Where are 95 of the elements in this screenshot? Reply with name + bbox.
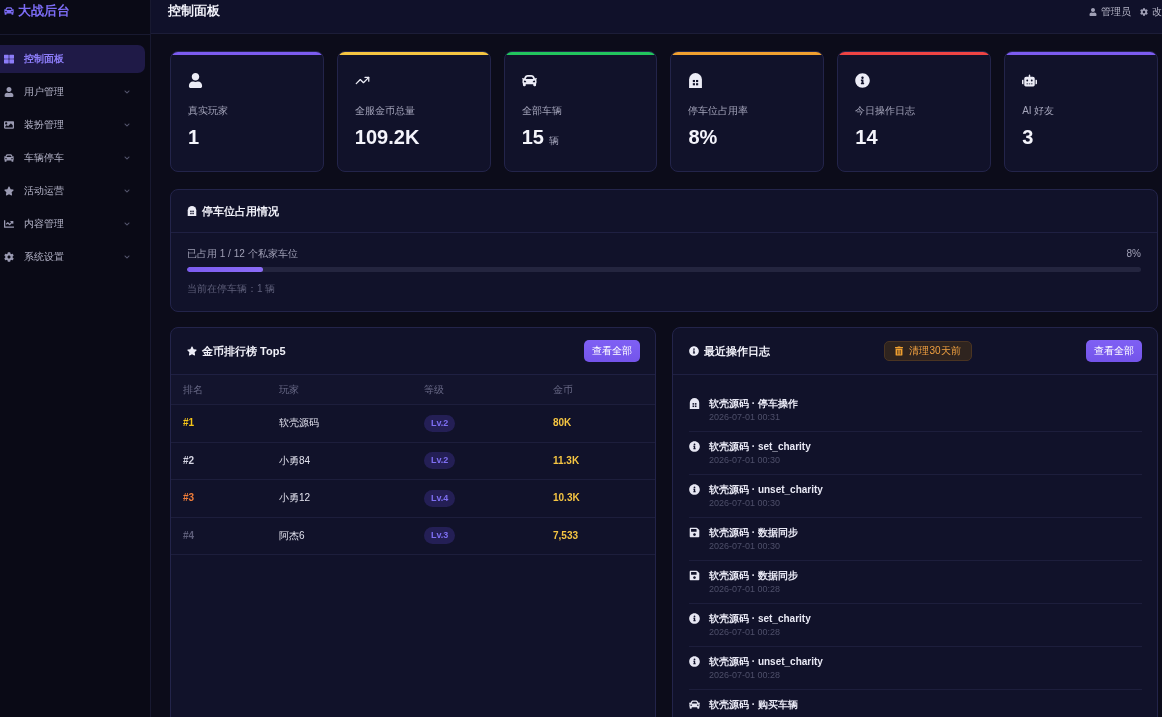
cleanup-button[interactable]: 清理30天前: [884, 341, 972, 361]
level-badge: Lv.2: [424, 414, 456, 432]
rank-cell-text: #4: [183, 529, 196, 542]
level-badge: Lv.3: [424, 527, 456, 545]
sidebar-nav-item[interactable]: 系统设置: [0, 243, 145, 271]
star-icon: [4, 186, 14, 196]
stat-unit: 辆: [548, 135, 559, 147]
settings-icon: [1140, 8, 1148, 16]
line-chart-icon: [4, 219, 14, 229]
stat-value: 15: [521, 125, 544, 149]
chevron-down-icon: [124, 89, 130, 95]
info-icon: [689, 613, 700, 624]
log-text: 软壳源码 · 数据同步: [709, 526, 798, 539]
stat-value: 109.2K: [354, 125, 420, 149]
player-cell-text: 软壳源码: [279, 417, 320, 430]
coins-cell-text: 80K: [553, 417, 573, 430]
stat-label: AI 好友: [1022, 105, 1055, 117]
sidebar-nav-item[interactable]: 用户管理: [0, 78, 145, 106]
log-text: 软壳源码 · 停车操作: [709, 397, 798, 410]
user-icon: [188, 73, 203, 88]
sidebar-nav-item[interactable]: 车辆停车: [0, 144, 145, 172]
car-icon: [4, 153, 14, 163]
user-icon: [4, 87, 14, 97]
info-icon: [689, 441, 700, 452]
robot-icon: [1022, 73, 1038, 88]
info-icon: [855, 73, 871, 88]
stat-label: 全服金币总量: [354, 105, 415, 117]
car-icon: [689, 699, 700, 710]
player-cell-text: 小勇84: [279, 454, 312, 467]
coins-cell-text: 11.3K: [553, 454, 581, 467]
grid-icon: [4, 54, 14, 64]
garage-icon: [187, 206, 197, 216]
header-link[interactable]: 改: [1140, 6, 1162, 18]
chevron-down-icon: [124, 188, 130, 194]
panel-title: 最近操作日志: [704, 344, 770, 358]
log-text: 软壳源码 · unset_charity: [709, 655, 823, 668]
stat-label: 全部车辆: [521, 105, 562, 117]
rank-cell-text: #1: [183, 417, 196, 430]
column-header: 排名: [183, 383, 204, 396]
car-icon: [4, 6, 14, 16]
save-icon: [689, 570, 700, 581]
stat-value: 1: [188, 125, 200, 149]
page-title: 控制面板: [168, 3, 220, 19]
star-icon: [187, 346, 197, 356]
sidebar-nav-item[interactable]: 活动运营: [0, 177, 145, 205]
sidebar-nav-item[interactable]: 控制面板: [0, 45, 145, 73]
panel-title: 停车位占用情况: [202, 204, 279, 218]
sidebar-nav-item[interactable]: 装扮管理: [0, 111, 145, 139]
trash-icon: [895, 346, 904, 356]
stat-label: 今日操作日志: [855, 105, 916, 117]
view-all-button[interactable]: 查看全部: [1086, 340, 1142, 362]
coins-cell-text: 7,533: [553, 529, 580, 542]
chevron-down-icon: [124, 155, 130, 161]
stat-label: 真实玩家: [188, 105, 228, 117]
brand-title: 大战后台: [18, 3, 70, 19]
rank-cell-text: #3: [183, 492, 196, 505]
coins-cell-text: 10.3K: [553, 492, 581, 505]
parked-vehicles-note: 当前在停车辆：1 辆: [187, 283, 277, 295]
settings-icon: [4, 252, 14, 262]
player-cell-text: 阿杰6: [279, 529, 306, 542]
column-header: 玩家: [279, 383, 300, 396]
car-icon: [521, 73, 537, 88]
stat-value: 8%: [688, 125, 718, 149]
garage-icon: [689, 398, 700, 409]
panel-title: 金币排行榜 Top5: [202, 344, 286, 358]
info-icon: [689, 484, 700, 495]
rank-cell-text: #2: [183, 454, 196, 467]
log-text: 软壳源码 · set_charity: [709, 612, 811, 625]
occupancy-summary: 已占用 1 / 12 个私家车位: [187, 248, 298, 260]
level-badge: Lv.4: [424, 489, 456, 507]
chevron-down-icon: [124, 254, 130, 260]
save-icon: [689, 527, 700, 538]
log-text: 软壳源码 · unset_charity: [709, 483, 823, 496]
garage-icon: [688, 73, 704, 88]
chevron-down-icon: [124, 221, 130, 227]
log-text: 软壳源码 · 购买车辆: [709, 698, 798, 711]
stat-value: 14: [855, 125, 878, 149]
stat-value: 3: [1022, 125, 1034, 149]
log-text: 软壳源码 · 数据同步: [709, 569, 798, 582]
occupancy-percent: 8%: [1126, 248, 1141, 260]
stat-label: 停车位占用率: [688, 105, 749, 117]
player-cell-text: 小勇12: [279, 492, 312, 505]
header-link[interactable]: 管理员: [1089, 6, 1131, 18]
image-icon: [4, 120, 14, 130]
log-time: 2026-07-01 00:31: [709, 411, 782, 423]
level-badge: Lv.2: [424, 452, 456, 470]
chevron-down-icon: [124, 122, 130, 128]
column-header: 等级: [424, 383, 445, 396]
user-icon: [1089, 8, 1097, 16]
info-icon: [689, 656, 700, 667]
column-header: 金币: [553, 383, 574, 396]
log-text: 软壳源码 · set_charity: [709, 440, 811, 453]
sidebar-nav-item[interactable]: 内容管理: [0, 210, 145, 238]
view-all-button[interactable]: 查看全部: [584, 340, 640, 362]
info-icon: [689, 346, 699, 356]
